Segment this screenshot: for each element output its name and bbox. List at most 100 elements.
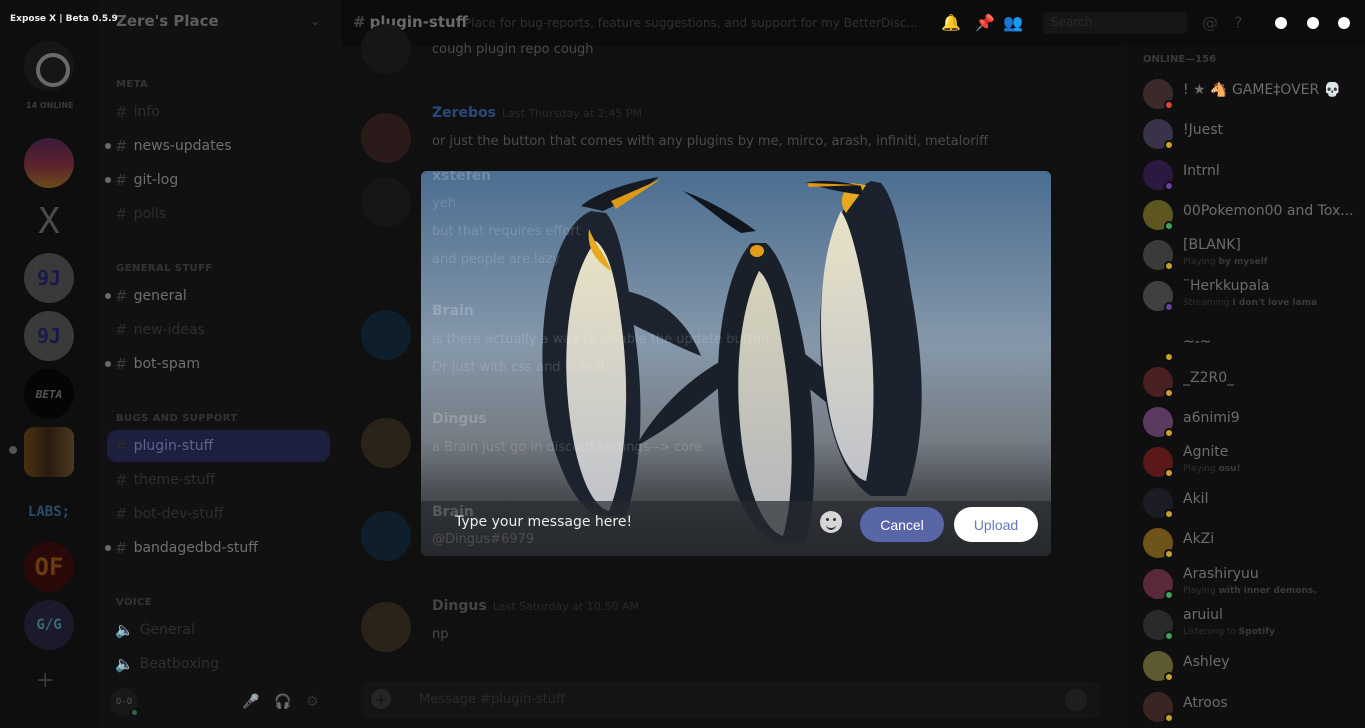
member-item[interactable]: Arashiryuu Playing with inner demons. xyxy=(1143,566,1365,600)
channel-bot-spam[interactable]: # bot-spam xyxy=(115,353,200,375)
member-item[interactable]: 00Pokemon00 and Tox... xyxy=(1143,197,1365,231)
channel-new-ideas[interactable]: # new-ideas xyxy=(115,319,205,341)
category-bugs[interactable]: BUGS AND SUPPORT xyxy=(116,413,237,424)
modal-message-input[interactable]: Type your message here! xyxy=(455,514,632,530)
guild-icon-9j[interactable]: 9J xyxy=(24,253,74,303)
category-meta[interactable]: META xyxy=(116,79,148,90)
add-server-icon[interactable]: + xyxy=(36,668,54,693)
emoji-icon[interactable] xyxy=(1065,689,1087,711)
channel-plugin-stuff[interactable]: # plugin-stuff xyxy=(115,435,213,457)
member-item[interactable]: !Juest xyxy=(1143,116,1365,150)
member-status-dot xyxy=(1164,549,1174,559)
member-item[interactable]: ~-~ xyxy=(1143,328,1365,362)
member-item[interactable]: ¨Herkkupala Streaming I don't love lama xyxy=(1143,278,1365,312)
message-avatar[interactable] xyxy=(361,310,411,360)
pin-icon[interactable]: 📌 xyxy=(975,13,995,32)
member-item[interactable]: Atroos xyxy=(1143,689,1365,723)
minimize-button[interactable] xyxy=(1275,17,1287,29)
headphones-icon[interactable]: 🎧 xyxy=(274,694,291,710)
message-author: xstefen xyxy=(432,171,492,184)
message-avatar[interactable] xyxy=(361,511,411,561)
activity-verb: Streaming xyxy=(1183,298,1233,308)
upload-modal: xstefen yeh but that requires effort and pe… xyxy=(421,171,1051,556)
attach-plus-icon[interactable]: + xyxy=(371,689,391,709)
message-text: is there actually a way to disable the u… xyxy=(432,332,770,347)
guild-icon-9j-2[interactable]: 9J xyxy=(24,311,74,361)
member-item[interactable]: a6nimi9 xyxy=(1143,404,1365,438)
message-avatar[interactable] xyxy=(361,24,411,74)
unread-indicator xyxy=(105,361,111,367)
microphone-icon[interactable]: 🎤 xyxy=(242,694,259,710)
channel-polls[interactable]: # polls xyxy=(115,203,166,225)
maximize-button[interactable] xyxy=(1307,17,1319,29)
message-text: cough plugin repo cough xyxy=(432,42,594,57)
guild-icon-x[interactable]: X xyxy=(24,196,74,246)
close-button[interactable] xyxy=(1338,17,1350,29)
channel-general[interactable]: # general xyxy=(115,285,187,307)
message-avatar[interactable] xyxy=(361,177,411,227)
message-avatar[interactable] xyxy=(361,418,411,468)
member-activity: Streaming I don't love lama xyxy=(1183,298,1317,308)
message-text: or just the button that comes with any p… xyxy=(432,134,989,149)
category-general[interactable]: GENERAL STUFF xyxy=(116,263,213,274)
gear-icon[interactable]: ⚙ xyxy=(306,694,319,710)
channel-bot-dev-stuff[interactable]: # bot-dev-stuff xyxy=(115,503,223,525)
members-icon[interactable]: 👥 xyxy=(1003,13,1023,32)
activity-title: osu! xyxy=(1218,464,1241,474)
message-author[interactable]: Dingus Last Saturday at 10:50 AM xyxy=(432,598,639,614)
member-item[interactable]: Intrnl xyxy=(1143,157,1365,191)
channel-sidebar: Zere's Place ⌄ META # info # news-updates … xyxy=(98,0,341,728)
smiley-icon[interactable] xyxy=(820,511,842,533)
member-status-dot xyxy=(1164,100,1174,110)
message-avatar[interactable] xyxy=(361,602,411,652)
guild-icon-gg[interactable]: G/G xyxy=(24,600,74,650)
message-text: but that requires effort xyxy=(432,224,581,239)
channel-label: general xyxy=(133,288,187,304)
member-name: ! ★ 🐴 GAME‡OVER 💀 xyxy=(1183,82,1342,98)
speaker-icon: 🔈 xyxy=(115,621,134,639)
guild-icon-beta[interactable]: BETA xyxy=(24,369,74,419)
bell-icon[interactable]: 🔔 xyxy=(941,13,961,32)
channel-topic[interactable]: Place for bug-reports, feature suggestio… xyxy=(464,16,918,30)
hash-icon: # xyxy=(115,505,128,523)
member-item[interactable]: Akil xyxy=(1143,485,1365,519)
member-item[interactable]: _Z2R0_ xyxy=(1143,364,1365,398)
channel-bandagedbd-stuff[interactable]: # bandagedbd-stuff xyxy=(115,537,258,559)
upload-button[interactable]: Upload xyxy=(954,507,1038,542)
channel-label: info xyxy=(133,104,160,120)
member-item[interactable]: Ashley xyxy=(1143,648,1365,682)
channel-label: new-ideas xyxy=(133,322,205,338)
server-name[interactable]: Zere's Place xyxy=(116,12,219,30)
activity-verb: Playing xyxy=(1183,464,1219,474)
mention-icon[interactable]: @ xyxy=(1202,13,1218,32)
chevron-down-icon[interactable]: ⌄ xyxy=(310,14,320,28)
guild-icon-labs[interactable]: LABS; xyxy=(24,487,74,537)
cancel-button[interactable]: Cancel xyxy=(860,507,944,542)
category-voice[interactable]: VOICE xyxy=(116,597,152,608)
message-author[interactable]: Zerebos Last Thursday at 2:45 PM xyxy=(432,105,642,121)
channel-label: bot-dev-stuff xyxy=(133,506,224,522)
member-status-dot xyxy=(1164,388,1174,398)
voice-channel-general[interactable]: 🔈 General xyxy=(115,619,195,641)
channel-git-log[interactable]: # git-log xyxy=(115,169,178,191)
member-item[interactable]: AkZi xyxy=(1143,525,1365,559)
voice-channel-beatboxing[interactable]: 🔈 Beatboxing xyxy=(115,653,219,675)
hash-icon: # xyxy=(115,137,128,155)
hash-icon: # xyxy=(115,205,128,223)
guild-icon-active[interactable] xyxy=(24,427,74,477)
activity-title: Spotify xyxy=(1238,627,1275,637)
home-button[interactable] xyxy=(24,41,74,91)
channel-info[interactable]: # info xyxy=(115,101,160,123)
message-input[interactable]: + Message #plugin-stuff xyxy=(361,682,1101,718)
guild-icon-1[interactable] xyxy=(24,138,74,188)
member-item[interactable]: [BLANK] Playing by myself xyxy=(1143,237,1365,271)
guild-icon-of[interactable]: OF xyxy=(24,542,74,592)
search-input[interactable]: Search xyxy=(1043,12,1187,34)
member-item[interactable]: aruiul Listening to Spotify xyxy=(1143,607,1365,641)
channel-news-updates[interactable]: # news-updates xyxy=(115,135,231,157)
help-icon[interactable]: ? xyxy=(1234,13,1243,32)
message-avatar[interactable] xyxy=(361,113,411,163)
member-item[interactable]: Agnite Playing osu! xyxy=(1143,444,1365,478)
member-item[interactable]: ! ★ 🐴 GAME‡OVER 💀 xyxy=(1143,76,1365,110)
channel-theme-stuff[interactable]: # theme-stuff xyxy=(115,469,215,491)
